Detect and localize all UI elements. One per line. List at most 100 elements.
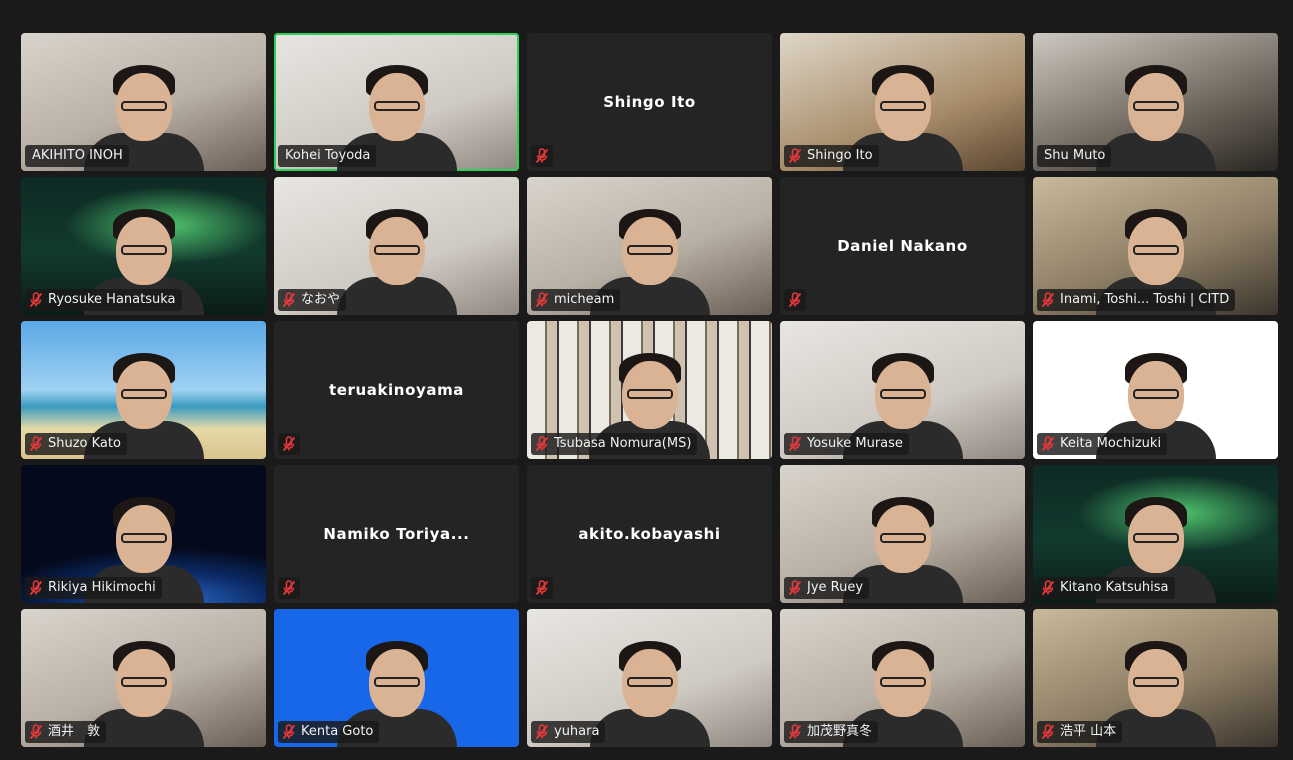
microphone-muted-icon — [29, 724, 43, 740]
participant-name-label: 浩平 山本 — [1037, 721, 1123, 743]
participant-tile[interactable]: Shu Muto — [1033, 33, 1278, 171]
microphone-muted-icon — [29, 436, 43, 452]
participant-name-label: Kitano Katsuhisa — [1037, 577, 1175, 599]
participant-tile[interactable]: micheam — [527, 177, 772, 315]
microphone-muted-icon — [282, 436, 296, 452]
participant-name: micheam — [554, 292, 615, 307]
participant-name: Shuzo Kato — [48, 436, 121, 451]
microphone-muted-icon — [282, 292, 296, 308]
participant-name: Yosuke Murase — [807, 436, 903, 451]
microphone-muted-icon — [788, 724, 802, 740]
participant-tile[interactable]: なおや — [274, 177, 519, 315]
participant-tile[interactable]: Inami, Toshi... Toshi | CITD — [1033, 177, 1278, 315]
participant-name: Jye Ruey — [807, 580, 864, 595]
participant-name: AKIHITO INOH — [32, 148, 123, 163]
participant-tile[interactable]: teruakinoyama — [274, 321, 519, 459]
participant-tile[interactable]: yuhara — [527, 609, 772, 747]
participant-name-label: Inami, Toshi... Toshi | CITD — [1037, 289, 1236, 311]
participant-name: Kenta Goto — [301, 724, 374, 739]
participant-display-name: teruakinoyama — [328, 381, 465, 399]
participant-name-label — [531, 577, 553, 599]
participant-name-label: Shu Muto — [1037, 145, 1112, 167]
microphone-muted-icon — [29, 580, 43, 596]
participant-tile[interactable]: Shingo Ito — [780, 33, 1025, 171]
participant-tile[interactable]: Shuzo Kato — [21, 321, 266, 459]
participant-video — [336, 197, 457, 315]
microphone-muted-icon — [1041, 724, 1055, 740]
participant-tile[interactable]: Daniel Nakano — [780, 177, 1025, 315]
participant-name: Keita Mochizuki — [1060, 436, 1162, 451]
participant-name: Kohei Toyoda — [285, 148, 371, 163]
participant-name-label: yuhara — [531, 721, 606, 743]
participant-name-label: Ryosuke Hanatsuka — [25, 289, 182, 311]
participant-tile[interactable]: Namiko Toriya... — [274, 465, 519, 603]
participant-tile[interactable]: Shingo Ito — [527, 33, 772, 171]
participant-name-label: Jye Ruey — [784, 577, 870, 599]
microphone-muted-icon — [282, 580, 296, 596]
participant-display-name: akito.kobayashi — [578, 525, 721, 543]
participant-name-label: Shingo Ito — [784, 145, 879, 167]
microphone-muted-icon — [1041, 436, 1055, 452]
participant-tile[interactable]: Rikiya Hikimochi — [21, 465, 266, 603]
participant-tile[interactable]: Kitano Katsuhisa — [1033, 465, 1278, 603]
participant-name-label — [278, 577, 300, 599]
microphone-muted-icon — [788, 580, 802, 596]
participant-tile[interactable]: Yosuke Murase — [780, 321, 1025, 459]
participant-video — [589, 629, 710, 747]
participant-name: 浩平 山本 — [1060, 724, 1117, 739]
microphone-muted-icon — [1041, 292, 1055, 308]
participant-name: Shu Muto — [1044, 148, 1106, 163]
participant-name: Tsubasa Nomura(MS) — [554, 436, 692, 451]
participant-name: Shingo Ito — [807, 148, 873, 163]
microphone-muted-icon — [788, 436, 802, 452]
participant-tile[interactable]: AKIHITO INOH — [21, 33, 266, 171]
participant-tile[interactable]: Ryosuke Hanatsuka — [21, 177, 266, 315]
participant-name: 加茂野真冬 — [807, 724, 873, 739]
gallery-grid: AKIHITO INOH Kohei Toyoda Shingo Ito Shingo… — [21, 33, 1278, 747]
participant-name: Rikiya Hikimochi — [48, 580, 156, 595]
participant-display-name: Namiko Toriya... — [323, 525, 470, 543]
participant-video — [1095, 53, 1216, 171]
participant-name-label: Kohei Toyoda — [278, 145, 377, 167]
participant-name: Kitano Katsuhisa — [1060, 580, 1169, 595]
participant-display-name: Shingo Ito — [603, 93, 696, 111]
participant-display-name: Daniel Nakano — [837, 237, 968, 255]
participant-name: Ryosuke Hanatsuka — [48, 292, 176, 307]
participant-name-label: Kenta Goto — [278, 721, 380, 743]
participant-tile[interactable]: Tsubasa Nomura(MS) — [527, 321, 772, 459]
participant-name: なおや — [301, 292, 341, 307]
participant-tile[interactable]: 浩平 山本 — [1033, 609, 1278, 747]
participant-name-label: なおや — [278, 289, 347, 311]
participant-tile[interactable]: Kenta Goto — [274, 609, 519, 747]
participant-name-label: Yosuke Murase — [784, 433, 909, 455]
participant-name-label: Keita Mochizuki — [1037, 433, 1168, 455]
participant-tile[interactable]: 加茂野真冬 — [780, 609, 1025, 747]
participant-name-label: 加茂野真冬 — [784, 721, 879, 743]
microphone-muted-icon — [535, 292, 549, 308]
microphone-muted-icon — [788, 148, 802, 164]
participant-name: 酒井 敦 — [48, 724, 101, 739]
participant-tile[interactable]: 酒井 敦 — [21, 609, 266, 747]
participant-tile[interactable]: Jye Ruey — [780, 465, 1025, 603]
microphone-muted-icon — [535, 580, 549, 596]
microphone-muted-icon — [282, 724, 296, 740]
participant-tile[interactable]: akito.kobayashi — [527, 465, 772, 603]
participant-name-label — [531, 145, 553, 167]
participant-name-label: AKIHITO INOH — [25, 145, 129, 167]
participant-name-label: Rikiya Hikimochi — [25, 577, 162, 599]
participant-name-label: micheam — [531, 289, 621, 311]
participant-tile[interactable]: Kohei Toyoda — [274, 33, 519, 171]
participant-name-label: Tsubasa Nomura(MS) — [531, 433, 698, 455]
participant-name-label: 酒井 敦 — [25, 721, 107, 743]
participant-tile[interactable]: Keita Mochizuki — [1033, 321, 1278, 459]
microphone-muted-icon — [29, 292, 43, 308]
microphone-muted-icon — [535, 148, 549, 164]
participant-name-label — [278, 433, 300, 455]
microphone-muted-icon — [1041, 580, 1055, 596]
microphone-muted-icon — [535, 724, 549, 740]
microphone-muted-icon — [535, 436, 549, 452]
participant-name: Inami, Toshi... Toshi | CITD — [1060, 292, 1230, 307]
microphone-muted-icon — [788, 292, 802, 308]
participant-name-label — [784, 289, 806, 311]
participant-name-label: Shuzo Kato — [25, 433, 127, 455]
